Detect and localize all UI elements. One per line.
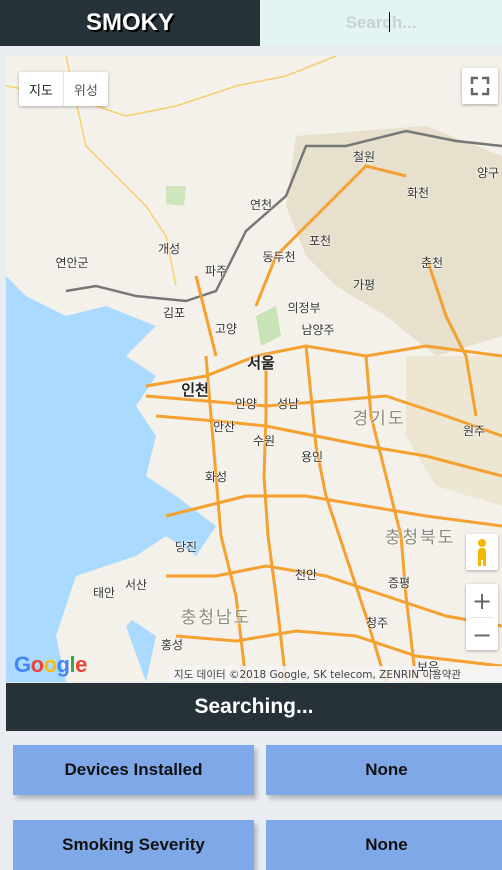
map-place-label: 가평	[352, 278, 376, 292]
map-place-label: 연천	[249, 198, 273, 212]
map-place-label: 화성	[204, 470, 228, 484]
map-place-label: 충청남도	[180, 608, 252, 628]
map-place-label: 용인	[300, 450, 324, 464]
map-type-satellite[interactable]: 위성	[62, 72, 108, 106]
map-place-label: 성남	[276, 397, 300, 411]
search-status: Searching...	[6, 683, 502, 731]
map-place-label: 연안군	[55, 256, 89, 270]
map-place-label: 서울	[247, 354, 275, 372]
zoom-control: + −	[466, 584, 498, 650]
map-place-label: 양구	[476, 166, 500, 180]
pegman-icon	[478, 539, 486, 566]
app-header: SMOKY	[0, 0, 502, 46]
map-place-label: 안산	[212, 420, 236, 434]
map-place-label: 서산	[124, 578, 148, 592]
map-attribution[interactable]: 지도 데이터 ©2018 Google, SK telecom, ZENRIN …	[170, 666, 502, 682]
map-place-label: 홍성	[160, 638, 184, 652]
map-place-label: 개성	[157, 242, 181, 256]
map-place-label: 태안	[92, 586, 116, 600]
map-place-label: 철원	[352, 150, 376, 164]
map-type-control[interactable]: 지도 위성	[19, 72, 108, 106]
map-place-label: 의정부	[287, 301, 321, 315]
map-place-label: 수원	[252, 434, 276, 448]
map-place-label: 보은	[416, 660, 440, 674]
smoking-severity-label: Smoking Severity	[13, 820, 254, 870]
map-place-label: 경기도	[352, 409, 406, 429]
map-view[interactable]: 지도 위성 + − Google 지도 데이터 ©2018 Google, SK…	[6, 56, 502, 682]
park-area-2	[166, 186, 186, 206]
map-place-label: 안양	[234, 397, 258, 411]
map-place-label: 고양	[214, 322, 238, 336]
map-place-label: 동두천	[262, 250, 296, 264]
search-box[interactable]	[260, 0, 502, 46]
map-place-label: 인천	[181, 381, 209, 399]
map-place-label: 원주	[462, 424, 486, 438]
map-place-label: 남양주	[301, 323, 335, 337]
app-title: SMOKY	[85, 9, 174, 36]
map-place-label: 천안	[294, 568, 318, 582]
map-place-label: 춘천	[420, 256, 444, 270]
devices-installed-label: Devices Installed	[13, 745, 254, 795]
map-place-label: 충청북도	[384, 528, 456, 548]
map-place-label: 화천	[406, 186, 430, 200]
map-place-label: 파주	[204, 264, 228, 278]
fullscreen-icon	[470, 76, 490, 96]
map-place-label: 김포	[162, 306, 186, 320]
devices-installed-value: None	[266, 745, 502, 795]
map-place-label: 포천	[308, 234, 332, 248]
smoking-severity-value: None	[266, 820, 502, 870]
fullscreen-button[interactable]	[462, 68, 498, 104]
search-input[interactable]	[264, 2, 498, 44]
zoom-in-button[interactable]: +	[466, 584, 498, 617]
street-view-button[interactable]	[466, 534, 498, 570]
zoom-out-button[interactable]: −	[466, 618, 498, 651]
map-place-label: 증평	[387, 576, 411, 590]
google-logo: Google	[14, 652, 87, 677]
map-type-roadmap[interactable]: 지도	[19, 72, 63, 106]
text-caret	[389, 12, 390, 32]
map-place-label: 당진	[174, 540, 198, 554]
map-place-label: 청주	[365, 616, 389, 630]
